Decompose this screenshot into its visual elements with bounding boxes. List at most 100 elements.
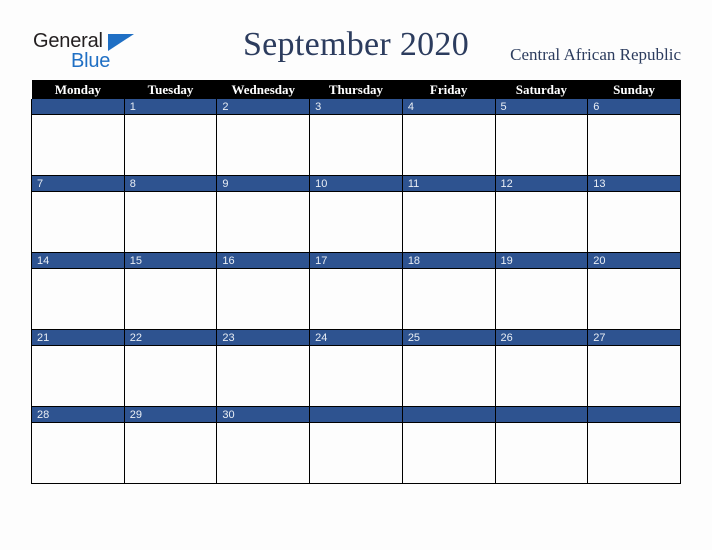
calendar-day-cell[interactable] — [587, 406, 681, 484]
day-event-area[interactable] — [217, 115, 309, 174]
calendar-day-cell[interactable]: 21 — [31, 329, 125, 407]
calendar-day-cell[interactable]: 15 — [123, 252, 218, 330]
day-event-area[interactable] — [496, 346, 588, 405]
weekday-header-wednesday: Wednesday — [216, 80, 310, 99]
day-event-area[interactable] — [32, 269, 124, 328]
calendar-day-cell[interactable]: 19 — [494, 252, 589, 330]
calendar-day-cell[interactable]: 23 — [216, 329, 311, 407]
day-event-area[interactable] — [310, 269, 402, 328]
day-event-area[interactable] — [310, 192, 402, 251]
day-number: 3 — [310, 99, 402, 115]
day-event-area[interactable] — [32, 346, 124, 405]
day-number: 29 — [124, 407, 217, 423]
day-number — [32, 99, 124, 115]
day-event-area[interactable] — [32, 192, 124, 251]
calendar-week-row: 28 29 30 — [31, 406, 681, 484]
calendar-day-cell[interactable]: 13 — [587, 175, 681, 253]
weekday-header-sunday: Sunday — [587, 80, 681, 99]
day-number: 4 — [402, 99, 495, 115]
day-number: 15 — [124, 253, 217, 269]
day-number: 20 — [588, 253, 680, 269]
day-event-area[interactable] — [403, 115, 495, 174]
calendar-day-cell[interactable]: 29 — [123, 406, 218, 484]
day-number: 17 — [310, 253, 402, 269]
calendar-day-cell[interactable]: 17 — [309, 252, 403, 330]
calendar-day-cell[interactable]: 5 — [494, 99, 589, 176]
day-number: 5 — [495, 99, 588, 115]
calendar-day-cell[interactable]: 25 — [401, 329, 496, 407]
page-header: General Blue September 2020 Central Afri… — [0, 0, 712, 80]
day-event-area[interactable] — [403, 346, 495, 405]
day-event-area[interactable] — [32, 115, 124, 174]
calendar-day-cell[interactable]: 12 — [494, 175, 589, 253]
day-event-area[interactable] — [217, 269, 309, 328]
calendar-day-cell[interactable]: 26 — [494, 329, 589, 407]
weekday-header-tuesday: Tuesday — [124, 80, 217, 99]
calendar-day-cell[interactable] — [309, 406, 403, 484]
day-event-area[interactable] — [217, 192, 309, 251]
day-event-area[interactable] — [217, 346, 309, 405]
calendar-day-cell[interactable]: 28 — [31, 406, 125, 484]
day-number: 14 — [32, 253, 124, 269]
day-number — [588, 407, 680, 423]
day-event-area[interactable] — [217, 423, 309, 482]
calendar-day-cell[interactable] — [31, 99, 125, 176]
calendar-day-cell[interactable]: 1 — [123, 99, 218, 176]
calendar-day-cell[interactable]: 22 — [123, 329, 218, 407]
calendar-day-cell[interactable]: 2 — [216, 99, 311, 176]
day-number: 28 — [32, 407, 124, 423]
day-number: 22 — [124, 330, 217, 346]
calendar-day-cell[interactable]: 27 — [587, 329, 681, 407]
calendar-day-cell[interactable]: 20 — [587, 252, 681, 330]
calendar-body: 1 2 3 4 5 6 7 8 9 10 11 12 13 14 15 16 17 18 19 20 21 22 23 24 2… — [31, 99, 681, 484]
weekday-header-monday: Monday — [31, 80, 125, 99]
day-event-area[interactable] — [310, 115, 402, 174]
day-event-area[interactable] — [403, 423, 495, 482]
day-event-area[interactable] — [496, 192, 588, 251]
day-number: 24 — [310, 330, 402, 346]
calendar-day-cell[interactable]: 10 — [309, 175, 403, 253]
day-event-area[interactable] — [588, 423, 680, 482]
calendar-week-row: 14 15 16 17 18 19 20 — [31, 252, 681, 330]
day-event-area[interactable] — [588, 269, 680, 328]
weekday-header-saturday: Saturday — [495, 80, 588, 99]
day-event-area[interactable] — [125, 423, 217, 482]
day-event-area[interactable] — [125, 269, 217, 328]
day-number — [402, 407, 495, 423]
calendar-page: General Blue September 2020 Central Afri… — [0, 0, 712, 550]
day-event-area[interactable] — [403, 269, 495, 328]
calendar-day-cell[interactable]: 7 — [31, 175, 125, 253]
day-event-area[interactable] — [310, 346, 402, 405]
calendar-header-row: Monday Tuesday Wednesday Thursday Friday… — [31, 80, 681, 99]
calendar-day-cell[interactable]: 16 — [216, 252, 311, 330]
calendar-day-cell[interactable]: 30 — [216, 406, 311, 484]
day-event-area[interactable] — [496, 115, 588, 174]
day-event-area[interactable] — [125, 192, 217, 251]
calendar-day-cell[interactable] — [401, 406, 496, 484]
day-event-area[interactable] — [496, 423, 588, 482]
calendar-day-cell[interactable] — [494, 406, 589, 484]
calendar-day-cell[interactable]: 24 — [309, 329, 403, 407]
day-event-area[interactable] — [125, 115, 217, 174]
day-event-area[interactable] — [588, 192, 680, 251]
day-number: 7 — [32, 176, 124, 192]
day-event-area[interactable] — [588, 115, 680, 174]
country-label: Central African Republic — [510, 45, 681, 64]
day-event-area[interactable] — [588, 346, 680, 405]
calendar-day-cell[interactable]: 4 — [401, 99, 496, 176]
calendar-day-cell[interactable]: 8 — [123, 175, 218, 253]
day-event-area[interactable] — [125, 346, 217, 405]
calendar-day-cell[interactable]: 14 — [31, 252, 125, 330]
day-event-area[interactable] — [496, 269, 588, 328]
calendar-day-cell[interactable]: 11 — [401, 175, 496, 253]
calendar-day-cell[interactable]: 6 — [587, 99, 681, 176]
day-event-area[interactable] — [32, 423, 124, 482]
calendar-day-cell[interactable]: 9 — [216, 175, 311, 253]
day-event-area[interactable] — [403, 192, 495, 251]
calendar-day-cell[interactable]: 3 — [309, 99, 403, 176]
day-number: 8 — [124, 176, 217, 192]
day-event-area[interactable] — [310, 423, 402, 482]
calendar-week-row: 7 8 9 10 11 12 13 — [31, 175, 681, 253]
calendar-week-row: 21 22 23 24 25 26 27 — [31, 329, 681, 407]
calendar-day-cell[interactable]: 18 — [401, 252, 496, 330]
